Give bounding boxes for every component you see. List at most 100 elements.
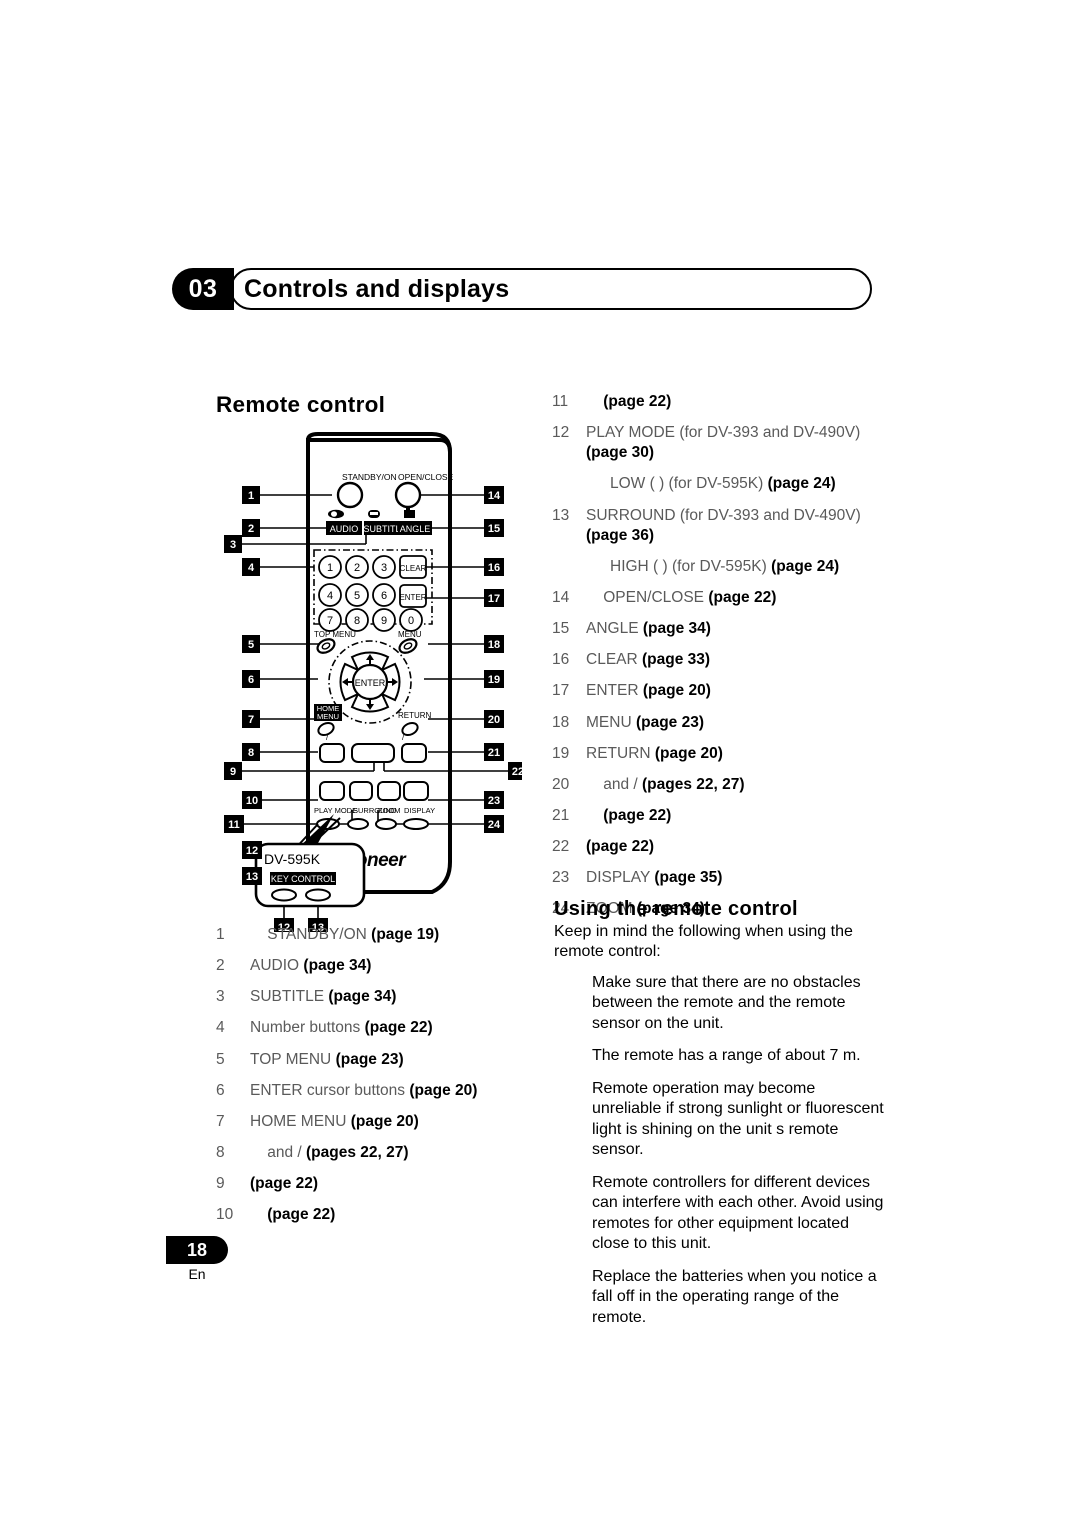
svg-text:15: 15 bbox=[488, 523, 500, 535]
legend-left-item-number: 9 bbox=[216, 1175, 225, 1193]
legend-left-item-label: ENTER cursor buttons bbox=[250, 1081, 410, 1099]
svg-text:4: 4 bbox=[327, 590, 333, 602]
legend-left-item: 6 ENTER cursor buttons (page 20) bbox=[216, 1081, 546, 1101]
section-title-using-remote: Using the remote control bbox=[554, 898, 798, 920]
legend-right-item-page-ref: (page 24) bbox=[771, 557, 840, 575]
inset-model-label: DV-595K bbox=[264, 851, 321, 867]
label-open-close: OPEN/CLOSE bbox=[398, 472, 454, 482]
legend-right-item-number: 23 bbox=[552, 869, 570, 887]
legend-right-item: 17 ENTER (page 20) bbox=[552, 681, 882, 701]
label-standby-on: STANDBY/ON bbox=[342, 472, 397, 482]
legend-left-item-page-ref: (page 20) bbox=[350, 1112, 419, 1130]
legend-right-item-label: RETURN bbox=[586, 744, 655, 762]
legend-right-item-number: 16 bbox=[552, 651, 570, 669]
svg-text:3: 3 bbox=[230, 539, 236, 551]
legend-right-item-number: 19 bbox=[552, 744, 570, 762]
svg-text:8: 8 bbox=[248, 747, 254, 759]
legend-right-item-label: ENTER bbox=[586, 682, 643, 700]
legend-left-item: 3 SUBTITLE (page 34) bbox=[216, 987, 546, 1007]
legend-right-item-symbol bbox=[586, 806, 603, 826]
using-remote-body: Keep in mind the following when using th… bbox=[554, 922, 884, 1340]
legend-right-item-label: PLAY MODE (for DV-393 and DV-490V) bbox=[586, 424, 861, 442]
legend-right-item: 21 (page 22) bbox=[552, 806, 882, 826]
subtitle-icon bbox=[368, 510, 380, 518]
legend-left-item-page-ref: (page 22) bbox=[250, 1175, 319, 1193]
legend-right-item-number: 21 bbox=[552, 806, 570, 824]
legend-right-item-page-ref: (page 23) bbox=[635, 713, 705, 731]
legend-right-item-label: LOW ( ) (for DV-595K) bbox=[610, 475, 768, 493]
svg-text:9: 9 bbox=[230, 766, 236, 778]
legend-left-item: 8 and / (pages 22, 27) bbox=[216, 1143, 546, 1163]
label-play-mode: PLAY MODE bbox=[314, 806, 357, 815]
legend-left-item-symbol bbox=[250, 1143, 267, 1163]
svg-text:14: 14 bbox=[488, 490, 501, 502]
legend-right-item: 23 DISPLAY (page 35) bbox=[552, 868, 882, 888]
legend-right-item-label: DISPLAY bbox=[586, 869, 655, 887]
legend-left-item-symbol bbox=[250, 1205, 267, 1225]
legend-left-item: 9 (page 22) bbox=[216, 1174, 546, 1194]
svg-text:7: 7 bbox=[327, 615, 333, 627]
legend-right-item-page-ref: (page 36) bbox=[586, 526, 655, 544]
legend-left-item-number: 1 bbox=[216, 926, 225, 943]
legend-right-item-page-ref: (page 35) bbox=[654, 869, 723, 887]
svg-text:21: 21 bbox=[488, 747, 500, 759]
prev-next-left-button bbox=[319, 743, 345, 763]
legend-right-item: 11 (page 22) bbox=[552, 392, 882, 412]
svg-text:22: 22 bbox=[512, 766, 522, 778]
legend-left-item-page-ref: (page 34) bbox=[303, 957, 372, 975]
legend-right-item-page-ref: (page 22) bbox=[708, 588, 777, 606]
svg-text:3: 3 bbox=[381, 562, 387, 574]
svg-text:ENTER: ENTER bbox=[399, 593, 426, 602]
legend-right-item-number: 12 bbox=[552, 424, 570, 442]
legend-right-item: 13 SURROUND (for DV-393 and DV-490V) (pag… bbox=[552, 506, 882, 546]
svg-text:MENU: MENU bbox=[317, 712, 339, 721]
scan-button bbox=[403, 781, 429, 801]
legend-left-item-page-ref: (page 22) bbox=[267, 1206, 336, 1224]
svg-text:20: 20 bbox=[488, 714, 500, 726]
legend-left-item: 1 STANDBY/ON (page 19) bbox=[216, 925, 546, 945]
remote-control-diagram: STANDBY/ON OPEN/CLOSE AUDIO SUBTITLE ANG… bbox=[222, 432, 522, 932]
chapter-title: Controls and displays bbox=[244, 274, 510, 303]
legend-right-item-page-ref: (page 20) bbox=[654, 744, 723, 762]
legend-right-item-number: 15 bbox=[552, 620, 570, 638]
legend-right-item-page-ref: (page 30) bbox=[586, 444, 655, 462]
pause-button bbox=[349, 781, 373, 801]
legend-right-item-number: 14 bbox=[552, 588, 570, 606]
legend-left-item-page-ref: (page 19) bbox=[371, 926, 440, 943]
legend-right-item-page-ref: (page 22) bbox=[586, 838, 655, 856]
legend-right-item: LOW ( ) (for DV-595K) (page 24) bbox=[552, 474, 882, 494]
legend-right-item-number: 13 bbox=[552, 506, 570, 524]
svg-text:6: 6 bbox=[381, 590, 387, 602]
svg-text:9: 9 bbox=[381, 615, 387, 627]
legend-left-item-number: 3 bbox=[216, 988, 225, 1006]
surround-button bbox=[347, 818, 369, 830]
svg-text:ANGLE: ANGLE bbox=[400, 524, 431, 534]
legend-right-item-label: ANGLE bbox=[586, 620, 643, 638]
legend-left-item-page-ref: (page 22) bbox=[364, 1019, 433, 1037]
legend-left-item: 4 Number buttons (page 22) bbox=[216, 1018, 546, 1038]
legend-right-item-page-ref: (page 22) bbox=[603, 393, 672, 410]
using-remote-intro: Keep in mind the following when using th… bbox=[554, 923, 853, 961]
svg-text:5: 5 bbox=[248, 639, 254, 651]
label-display: DISPLAY bbox=[404, 806, 435, 815]
legend-right-item: 16 CLEAR (page 33) bbox=[552, 650, 882, 670]
legend-left-item: 2 AUDIO (page 34) bbox=[216, 956, 546, 976]
svg-text:KEY CONTROL: KEY CONTROL bbox=[271, 874, 335, 884]
using-remote-bullet: Make sure that there are no obstacles be… bbox=[592, 973, 861, 1032]
legend-left-item-number: 10 bbox=[216, 1206, 234, 1224]
legend-right-item: 14 OPEN/CLOSE (page 22) bbox=[552, 588, 882, 608]
legend-right-item-label: MENU bbox=[586, 713, 636, 731]
legend-left-item-label: SUBTITLE bbox=[250, 988, 329, 1006]
legend-right-item-number: 20 bbox=[552, 775, 570, 793]
callout-badges-right: 14 15 16 17 18 19 20 21 22 23 24 bbox=[484, 486, 522, 833]
step-button bbox=[377, 781, 401, 801]
remote-legend-left: 1 STANDBY/ON (page 19) 2 AUDIO (page 34) 3 S… bbox=[216, 925, 546, 1236]
legend-right-item: 12 PLAY MODE (for DV-393 and DV-490V) (pa… bbox=[552, 423, 882, 463]
page-footer: 18 En bbox=[166, 1236, 228, 1282]
legend-right-item-label: OPEN/CLOSE bbox=[603, 588, 709, 606]
legend-right-item: 19 RETURN (page 20) bbox=[552, 744, 882, 764]
legend-left-item-symbol bbox=[250, 925, 267, 945]
svg-text:19: 19 bbox=[488, 674, 500, 686]
chapter-number-badge: 03 bbox=[172, 268, 234, 310]
svg-text:ENTER: ENTER bbox=[355, 678, 386, 688]
